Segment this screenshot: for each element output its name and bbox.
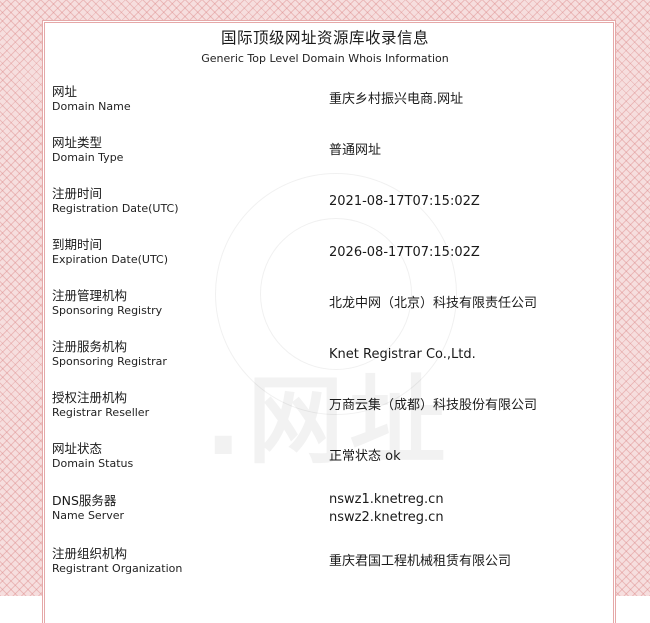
value: 普通网址 bbox=[329, 143, 382, 158]
label-en: Registrant Organization bbox=[52, 562, 183, 575]
page-title: 国际顶级网址资源库收录信息 bbox=[220, 29, 429, 47]
label-cn: 到期时间 bbox=[52, 237, 103, 252]
label-en: Sponsoring Registrar bbox=[52, 355, 167, 368]
value: 2021-08-17T07:15:02Z bbox=[329, 194, 480, 209]
label-cn: 注册时间 bbox=[52, 186, 103, 201]
value: 北龙中网（北京）科技有限责任公司 bbox=[329, 296, 538, 311]
value: 2026-08-17T07:15:02Z bbox=[329, 245, 480, 260]
label-cn: DNS服务器 bbox=[52, 493, 117, 508]
label-en: Registrar Reseller bbox=[52, 406, 150, 419]
label-cn: 网址 bbox=[52, 84, 78, 99]
page-subtitle: Generic Top Level Domain Whois Informati… bbox=[201, 52, 449, 65]
label-cn: 网址类型 bbox=[52, 135, 103, 150]
label-en: Name Server bbox=[52, 509, 125, 522]
value-ns2: nswz2.knetreg.cn bbox=[329, 510, 444, 525]
label-cn: 注册服务机构 bbox=[52, 339, 128, 354]
label-cn: 注册管理机构 bbox=[52, 288, 128, 303]
label-cn: 注册组织机构 bbox=[52, 546, 128, 561]
value: Knet Registrar Co.,Ltd. bbox=[329, 347, 476, 362]
label-en: Expiration Date(UTC) bbox=[52, 253, 169, 266]
value: 重庆乡村振兴电商.网址 bbox=[329, 92, 464, 107]
label-en: Domain Type bbox=[52, 151, 124, 164]
label-en: Domain Name bbox=[52, 100, 131, 113]
label-cn: 网址状态 bbox=[52, 441, 103, 456]
value-ns1: nswz1.knetreg.cn bbox=[329, 492, 444, 507]
label-cn: 授权注册机构 bbox=[52, 390, 128, 405]
label-en: Domain Status bbox=[52, 457, 134, 470]
label-en: Registration Date(UTC) bbox=[52, 202, 179, 215]
value: 万商云集（成都）科技股份有限公司 bbox=[329, 398, 538, 413]
label-en: Sponsoring Registry bbox=[52, 304, 163, 317]
value: 重庆君国工程机械租赁有限公司 bbox=[329, 554, 512, 569]
value: 正常状态 ok bbox=[329, 449, 401, 464]
